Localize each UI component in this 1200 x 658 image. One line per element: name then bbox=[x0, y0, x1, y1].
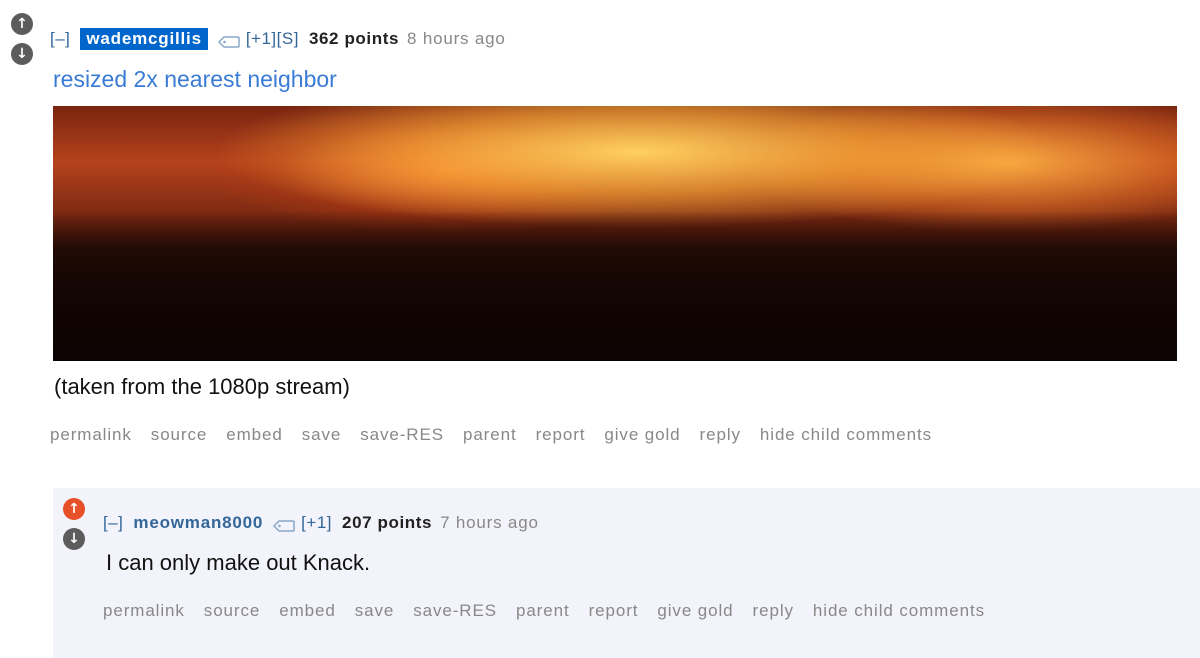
embed-button[interactable]: embed bbox=[226, 425, 282, 445]
author-link[interactable]: wademcgillis bbox=[80, 28, 208, 50]
tag-icon[interactable] bbox=[217, 33, 240, 48]
upvote-arrow-icon[interactable]: ↑ bbox=[11, 13, 33, 35]
upvote-arrow-icon[interactable]: ↑ bbox=[63, 498, 85, 520]
reply-button[interactable]: reply bbox=[700, 425, 741, 445]
child-tagline: [–] meowman8000 [+1] 207 points 7 hours … bbox=[103, 511, 539, 535]
save-button[interactable]: save bbox=[302, 425, 342, 445]
child-action-buttons: permalink source embed save save-RES par… bbox=[103, 601, 1004, 621]
author-link[interactable]: meowman8000 bbox=[133, 513, 263, 533]
report-button[interactable]: report bbox=[536, 425, 586, 445]
points-count: 207 points bbox=[342, 513, 433, 532]
collapse-toggle[interactable]: [–] bbox=[50, 29, 70, 49]
parent-action-buttons: permalink source embed save save-RES par… bbox=[50, 425, 951, 445]
tag-icon[interactable] bbox=[273, 517, 295, 532]
save-res-button[interactable]: save-RES bbox=[413, 601, 497, 621]
image-crowd-silhouette bbox=[53, 211, 1177, 361]
reply-button[interactable]: reply bbox=[753, 601, 794, 621]
downvote-arrow-icon[interactable]: ↓ bbox=[11, 43, 33, 65]
vote-weight-meta[interactable]: [+1] bbox=[301, 513, 332, 533]
permalink-button[interactable]: permalink bbox=[50, 425, 132, 445]
report-button[interactable]: report bbox=[589, 601, 639, 621]
image-link[interactable]: resized 2x nearest neighbor bbox=[53, 66, 337, 93]
hide-child-comments-button[interactable]: hide child comments bbox=[760, 425, 932, 445]
source-button[interactable]: source bbox=[204, 601, 260, 621]
give-gold-button[interactable]: give gold bbox=[657, 601, 733, 621]
parent-button[interactable]: parent bbox=[516, 601, 570, 621]
hide-child-comments-button[interactable]: hide child comments bbox=[813, 601, 985, 621]
give-gold-button[interactable]: give gold bbox=[604, 425, 680, 445]
comment-body: I can only make out Knack. bbox=[106, 550, 371, 575]
save-res-button[interactable]: save-RES bbox=[360, 425, 444, 445]
parent-button[interactable]: parent bbox=[463, 425, 517, 445]
parent-tagline: [–] wademcgillis [+1][S] 362 points 8 ho… bbox=[50, 27, 506, 51]
timestamp: 8 hours ago bbox=[407, 29, 506, 48]
permalink-button[interactable]: permalink bbox=[103, 601, 185, 621]
collapse-toggle[interactable]: [–] bbox=[103, 513, 123, 533]
vote-weight-meta[interactable]: [+1][S] bbox=[246, 29, 299, 49]
comment-body: (taken from the 1080p stream) bbox=[54, 374, 350, 399]
source-button[interactable]: source bbox=[151, 425, 207, 445]
embed-button[interactable]: embed bbox=[279, 601, 335, 621]
points-count: 362 points bbox=[308, 29, 400, 48]
timestamp: 7 hours ago bbox=[440, 513, 539, 532]
downvote-arrow-icon[interactable]: ↓ bbox=[63, 528, 85, 550]
expanded-image[interactable] bbox=[53, 106, 1177, 361]
save-button[interactable]: save bbox=[355, 601, 395, 621]
